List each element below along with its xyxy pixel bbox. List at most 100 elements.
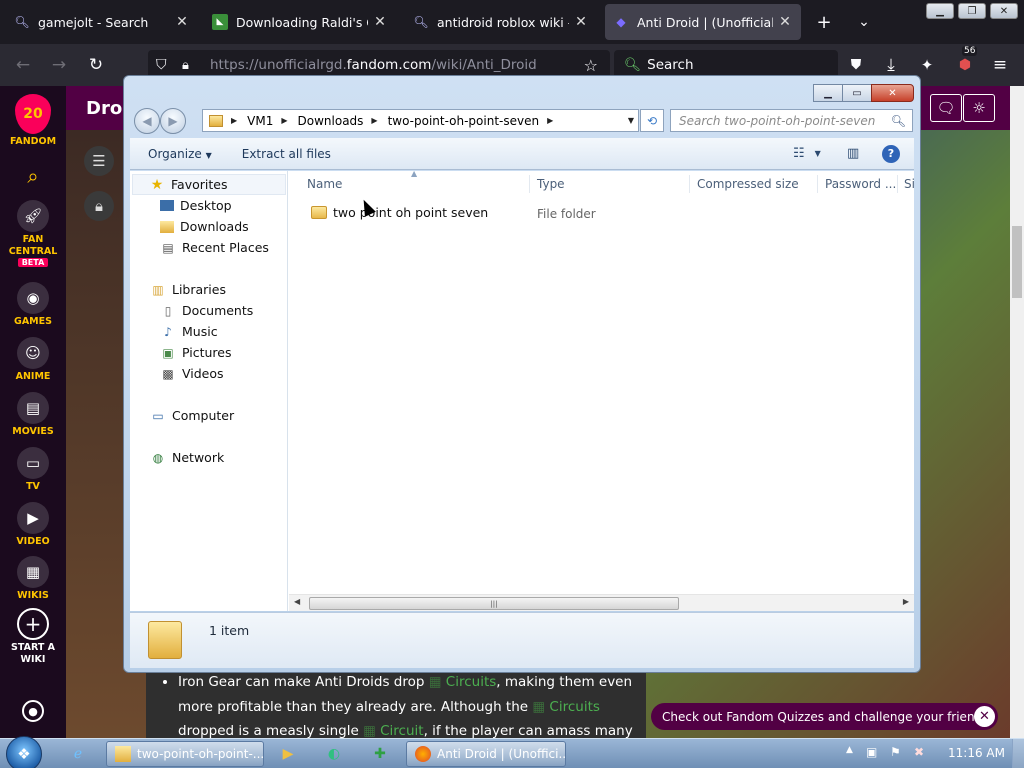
app-icon[interactable]: ◐ xyxy=(314,742,354,766)
circuits-link[interactable]: Circuits xyxy=(549,699,600,715)
fandom-logo[interactable]: 20 FANDOM xyxy=(0,94,66,148)
scrollbar-thumb[interactable]: ||| xyxy=(309,597,679,610)
chevron-right-icon[interactable]: ▶ xyxy=(281,116,287,125)
minimize-icon[interactable]: ▁ xyxy=(813,84,843,102)
close-icon[interactable]: ✕ xyxy=(990,3,1018,19)
column-divider[interactable] xyxy=(897,175,898,193)
page-scrollbar-thumb[interactable] xyxy=(1012,226,1022,298)
clock[interactable]: 11:16 AM xyxy=(948,746,1005,760)
help-icon[interactable]: ? xyxy=(882,144,900,163)
column-header-size[interactable]: Si xyxy=(904,177,915,191)
column-divider[interactable] xyxy=(689,175,690,193)
close-tab-icon[interactable]: ✕ xyxy=(777,14,793,30)
nav-desktop[interactable]: Desktop xyxy=(160,195,232,216)
nav-libraries[interactable]: ▥ Libraries xyxy=(150,279,226,300)
organize-button[interactable]: Organize ▼ xyxy=(148,147,212,161)
list-tabs-chevron-icon[interactable]: ⌄ xyxy=(852,6,876,38)
tab-anti-droid[interactable]: ◆ Anti Droid | (Unofficial) Ra ✕ xyxy=(605,4,801,40)
nav-documents[interactable]: ▯ Documents xyxy=(160,300,254,321)
close-tab-icon[interactable]: ✕ xyxy=(174,14,190,30)
nav-videos[interactable]: ▩ Videos xyxy=(160,363,223,384)
search-input[interactable]: Search two-point-oh-point-seven 🔍︎ xyxy=(670,109,913,132)
restore-icon[interactable]: ❐ xyxy=(958,3,986,19)
page-scrollbar[interactable] xyxy=(1010,86,1024,738)
nav-downloads[interactable]: Downloads xyxy=(160,216,249,237)
chevron-right-icon[interactable]: ▶ xyxy=(547,116,553,125)
toc-list-icon[interactable]: ☰ xyxy=(84,146,114,176)
chevron-right-icon[interactable]: ▶ xyxy=(231,116,237,125)
breadcrumb-current-folder[interactable]: two-point-oh-point-seven xyxy=(388,114,540,128)
minimize-icon[interactable]: ▁ xyxy=(926,3,954,19)
network-tray-icon[interactable]: ▣ xyxy=(866,745,877,759)
rail-wikis[interactable]: ▦ WIKIS xyxy=(0,556,66,602)
lock-icon[interactable]: 🔒︎ xyxy=(182,58,189,73)
search-icon[interactable]: 🔍︎ xyxy=(891,114,906,128)
wiki-title[interactable]: Droi xyxy=(86,98,128,119)
nav-computer[interactable]: ▭ Computer xyxy=(150,405,234,426)
column-header-name[interactable]: Name xyxy=(307,177,342,191)
bookmark-star-icon[interactable]: ☆ xyxy=(584,56,598,75)
back-arrow-icon[interactable]: ← xyxy=(10,52,36,78)
close-icon[interactable]: ✕ xyxy=(871,84,914,102)
rail-video[interactable]: ▶ VIDEO xyxy=(0,502,66,548)
maximize-icon[interactable]: ▭ xyxy=(842,84,872,102)
shield-icon[interactable]: ⛉ xyxy=(156,57,167,73)
extract-all-button[interactable]: Extract all files xyxy=(242,147,331,161)
show-desktop-button[interactable] xyxy=(1012,739,1024,768)
close-tab-icon[interactable]: ✕ xyxy=(573,14,589,30)
circuits-link[interactable]: Circuits xyxy=(446,674,497,690)
breadcrumb-downloads[interactable]: Downloads xyxy=(298,114,364,128)
column-header-password[interactable]: Password ... xyxy=(825,177,896,191)
forward-arrow-icon[interactable]: → xyxy=(46,52,72,78)
column-header-type[interactable]: Type xyxy=(537,177,565,191)
tab-antidroid-search[interactable]: 🔍︎ antidroid roblox wiki - Sear ✕ xyxy=(405,4,597,40)
column-divider[interactable] xyxy=(529,175,530,193)
chevron-down-icon[interactable]: ▼ xyxy=(628,116,634,125)
list-item[interactable]: two point oh point seven xyxy=(311,205,488,220)
lock-icon[interactable]: 🔒︎ xyxy=(84,191,114,221)
rail-tv[interactable]: ▭ TV xyxy=(0,447,66,493)
scroll-left-icon[interactable]: ◀ xyxy=(294,597,300,606)
taskbar-explorer-button[interactable]: two-point-oh-point-... xyxy=(106,741,264,767)
scroll-right-icon[interactable]: ▶ xyxy=(903,597,909,606)
back-arrow-icon[interactable]: ◀ xyxy=(134,108,160,134)
addon-icon[interactable]: ⬢ 56 xyxy=(952,46,978,78)
rail-movies[interactable]: ▤ MOVIES xyxy=(0,392,66,438)
address-bar[interactable]: ▶ VM1 ▶ Downloads ▶ two-point-oh-point-s… xyxy=(202,109,639,132)
menu-icon[interactable]: ≡ xyxy=(987,52,1013,78)
media-player-icon[interactable]: ▶ xyxy=(268,742,308,766)
rail-games[interactable]: ◉ GAMES xyxy=(0,282,66,328)
extensions-icon[interactable]: ✦ xyxy=(914,52,940,78)
column-divider[interactable] xyxy=(817,175,818,193)
nav-network[interactable]: ◍ Network xyxy=(150,447,224,468)
tray-expand-icon[interactable]: ▲ xyxy=(846,745,853,755)
tab-gamejolt-search[interactable]: 🔍︎ gamejolt - Search ✕ xyxy=(6,4,198,40)
theme-toggle-icon[interactable]: ☼ xyxy=(963,94,995,122)
flag-tray-icon[interactable]: ⚑ xyxy=(890,745,901,759)
close-icon[interactable]: ✕ xyxy=(974,706,995,727)
rail-start-wiki[interactable]: + START A WIKI xyxy=(0,608,66,666)
quiz-promo-banner[interactable]: Check out Fandom Quizzes and challenge y… xyxy=(651,703,998,730)
reload-icon[interactable]: ↻ xyxy=(83,52,109,78)
start-button[interactable]: ❖ xyxy=(6,736,42,768)
breadcrumb-vm1[interactable]: VM1 xyxy=(247,114,273,128)
preview-pane-icon[interactable]: ▥ xyxy=(847,146,859,161)
new-tab-button[interactable]: + xyxy=(812,6,836,38)
close-tab-icon[interactable]: ✕ xyxy=(372,14,388,30)
taskbar-firefox-button[interactable]: Anti Droid | (Unoffici... xyxy=(406,741,566,767)
internet-explorer-icon[interactable]: ℯ xyxy=(58,742,98,766)
forward-arrow-icon[interactable]: ▶ xyxy=(160,108,186,134)
circuit-link[interactable]: Circuit xyxy=(380,723,423,738)
refresh-icon[interactable]: ⟲ xyxy=(640,109,664,132)
nav-favorites[interactable]: ★ Favorites xyxy=(132,174,286,195)
nav-recent-places[interactable]: ▤ Recent Places xyxy=(160,237,269,258)
discussions-icon[interactable]: 🗨︎ xyxy=(930,94,962,122)
game-icon[interactable]: ✚ xyxy=(360,742,400,766)
rail-account[interactable]: ● xyxy=(0,700,66,722)
chevron-right-icon[interactable]: ▶ xyxy=(371,116,377,125)
volume-muted-icon[interactable]: ✖ xyxy=(914,745,924,759)
rail-search[interactable]: ⌕ xyxy=(0,164,66,188)
column-header-compressed-size[interactable]: Compressed size xyxy=(697,177,799,191)
rail-fan-central[interactable]: 🚀︎ FAN CENTRAL BETA xyxy=(0,200,66,267)
rail-anime[interactable]: ☺ ANIME xyxy=(0,337,66,383)
